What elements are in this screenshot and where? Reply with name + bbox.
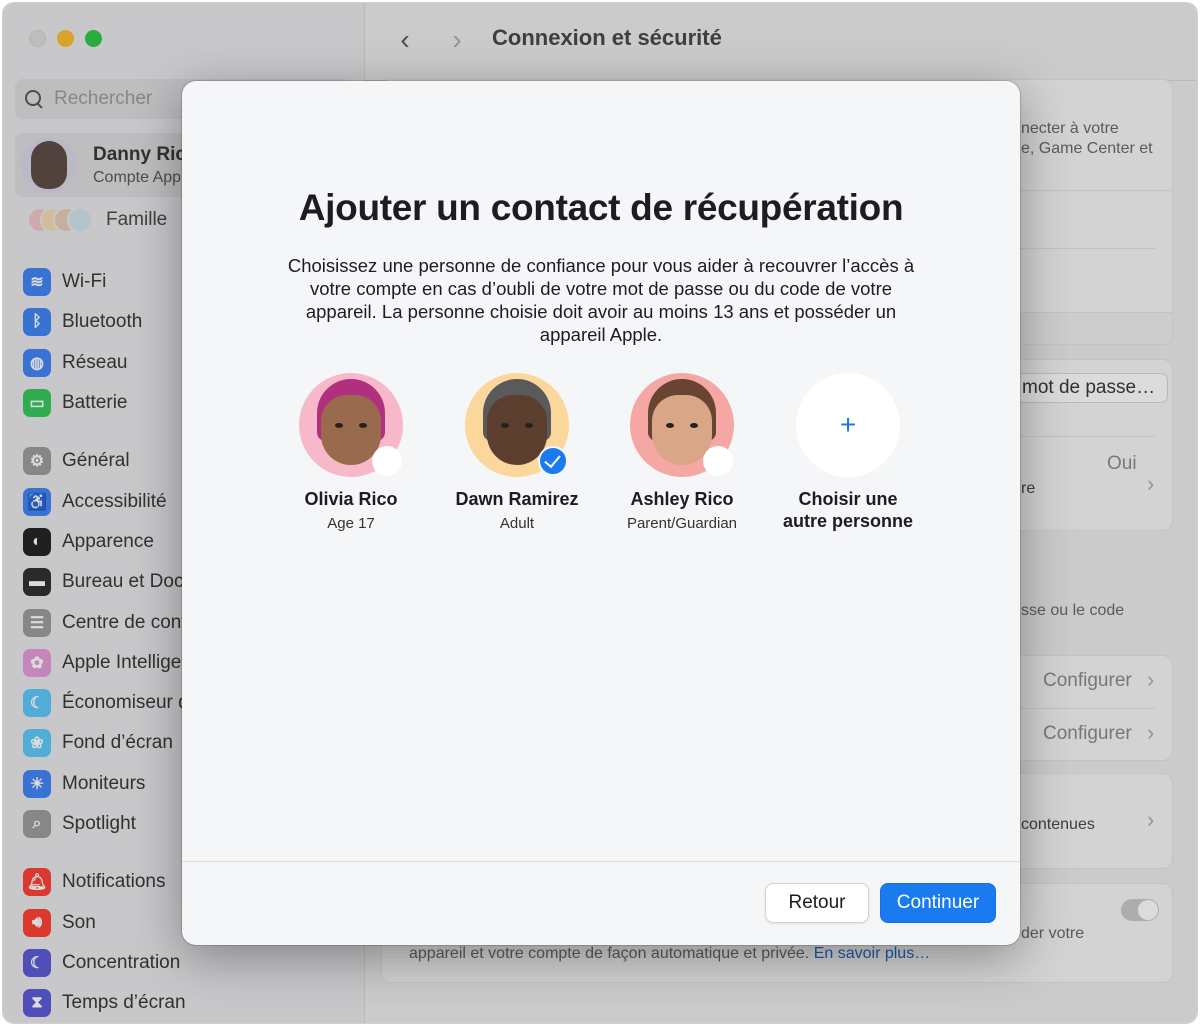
sidebar-item-label: Fond d’écran	[62, 732, 173, 754]
chevron-right-icon[interactable]: ›	[1147, 471, 1154, 497]
contact-list: Olivia Rico Age 17 Dawn Ramirez Adult Ashley…	[182, 373, 1020, 543]
chevron-right-icon[interactable]: ›	[1147, 720, 1154, 746]
advanced-description-text: appareil et votre compte de façon automa…	[409, 945, 810, 962]
dialog-description: Choisissez une personne de confiance pou…	[287, 255, 915, 345]
sidebar-item-temps-d-cran[interactable]: ⧗ Temps d’écran	[23, 983, 353, 1023]
advanced-text-right: der votre	[1021, 925, 1085, 942]
continue-button[interactable]: Continuer	[880, 883, 996, 923]
contact-name: Ashley Rico	[630, 489, 734, 509]
bell-icon: 🔔︎	[23, 868, 51, 897]
sidebar-item-label: Notifications	[62, 871, 166, 893]
checkmark-selected-icon[interactable]	[538, 446, 568, 476]
contact-relationship: Age 17	[327, 515, 375, 532]
screensaver-icon: ☾	[23, 689, 51, 718]
appearance-icon: ◐	[23, 527, 51, 556]
selection-circle-icon[interactable]	[372, 446, 402, 476]
contact-name: Olivia Rico	[304, 489, 398, 509]
sidebar-item-label: Concentration	[62, 951, 181, 973]
wifi-icon: ≋	[23, 268, 51, 297]
plus-icon: +	[796, 373, 900, 477]
choose-other-person-label: Choisir une autre personne	[782, 489, 914, 531]
contact-relationship: Parent/Guardian	[626, 515, 738, 532]
sidebar-item-label: Spotlight	[62, 813, 136, 834]
contact-relationship: Adult	[499, 515, 535, 532]
sidebar-item-concentration[interactable]: ☾ Concentration	[23, 943, 353, 983]
contact-avatar	[299, 373, 403, 477]
control-center-icon: ☰	[23, 608, 51, 637]
back-button[interactable]: ‹	[393, 25, 417, 55]
family-label: Famille	[106, 209, 168, 230]
sidebar-item-label: Wi-Fi	[62, 271, 107, 293]
page-title: Connexion et sécurité	[492, 25, 722, 50]
apple-intelligence-icon: ✿	[23, 648, 51, 677]
chevron-right-icon[interactable]: ›	[1147, 667, 1154, 693]
family-avatars	[27, 207, 93, 233]
choose-other-person-button[interactable]: + Choisir une autre personne	[765, 373, 931, 532]
configure-recovery-contact[interactable]: Configurer	[1043, 670, 1132, 692]
recovery-row-label: re	[1021, 480, 1036, 497]
sidebar-item-label: Réseau	[62, 351, 128, 373]
sidebar-item-label: Apparence	[62, 530, 154, 552]
globe-icon: ◍	[23, 348, 51, 377]
minimize-window-button[interactable]	[57, 30, 74, 47]
intro-text-line1: necter à votre	[1021, 120, 1119, 137]
chevron-right-icon[interactable]: ›	[1147, 807, 1154, 833]
hourglass-icon: ⧗	[23, 989, 51, 1018]
contact-avatar	[465, 373, 569, 477]
dialog-footer-divider	[182, 861, 1020, 862]
bluetooth-icon: ᛒ	[23, 308, 51, 337]
search-icon	[25, 90, 43, 108]
contact-option[interactable]: Dawn Ramirez Adult	[434, 373, 600, 532]
sidebar-item-label: Moniteurs	[62, 772, 146, 794]
window-controls	[29, 30, 102, 47]
sidebar-item-label: Son	[62, 911, 96, 933]
sidebar-item-label: Batterie	[62, 392, 128, 414]
close-window-button[interactable]	[29, 30, 46, 47]
advanced-description: appareil et votre compte de façon automa…	[409, 944, 930, 964]
forward-button[interactable]: ›	[445, 25, 469, 55]
toolbar: ‹ › Connexion et sécurité	[365, 3, 1197, 81]
sidebar-item-label: Général	[62, 450, 130, 472]
moon-icon: ☾	[23, 948, 51, 977]
contact-option[interactable]: Olivia Rico Age 17	[268, 373, 434, 532]
account-avatar	[21, 137, 77, 193]
back-button[interactable]: Retour	[765, 883, 869, 923]
contact-avatar	[630, 373, 734, 477]
speaker-icon: 🔊︎	[23, 908, 51, 937]
accessibility-icon: ♿	[23, 487, 51, 516]
sidebar-item-label: Accessibilité	[62, 490, 167, 512]
battery-icon: ▭	[23, 389, 51, 418]
dialog-title: Ajouter un contact de récupération	[298, 187, 904, 228]
selection-circle-icon[interactable]	[703, 446, 733, 476]
dock-icon: ▬	[23, 568, 51, 597]
learn-more-link[interactable]: En savoir plus…	[814, 945, 931, 962]
wallpaper-icon: ❀	[23, 729, 51, 758]
chevron-right-icon: ›	[452, 24, 462, 55]
recovery-status-value: Oui	[1107, 453, 1137, 474]
contact-name: Dawn Ramirez	[455, 489, 579, 509]
contained-data-label[interactable]: contenues	[1021, 815, 1095, 835]
sidebar-item-label: Bureau et Dock	[62, 571, 193, 593]
display-icon: ☀	[23, 769, 51, 798]
add-recovery-contact-dialog: Ajouter un contact de récupération Chois…	[182, 81, 1020, 945]
recovery-text: sse ou le code	[1021, 602, 1125, 619]
maximize-window-button[interactable]	[85, 30, 102, 47]
contact-option[interactable]: Ashley Rico Parent/Guardian	[599, 373, 765, 532]
spotlight-icon: ⌕	[23, 810, 51, 838]
chevron-left-icon: ‹	[400, 24, 410, 55]
sidebar-item-label: Bluetooth	[62, 311, 143, 333]
configure-legacy-contact[interactable]: Configurer	[1043, 723, 1132, 745]
intro-text-line2: e, Game Center et	[1021, 140, 1153, 157]
advanced-protection-toggle[interactable]	[1121, 899, 1159, 921]
sidebar-item-label: Temps d’écran	[62, 992, 186, 1014]
gear-icon: ⚙	[23, 447, 51, 476]
sidebar-item-famille[interactable]: Famille	[27, 205, 167, 235]
